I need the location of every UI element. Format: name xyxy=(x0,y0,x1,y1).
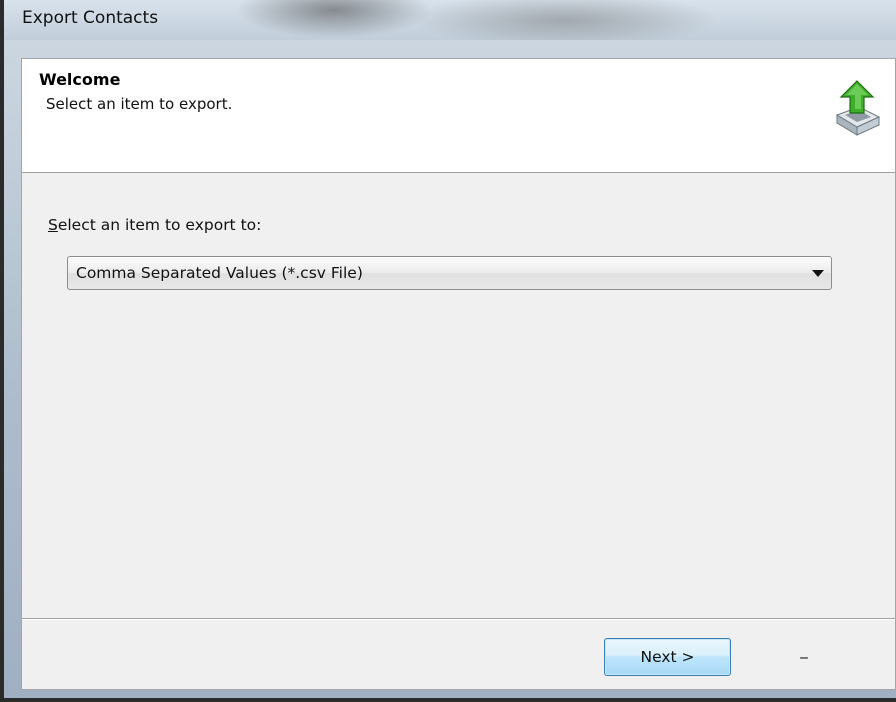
export-arrow-icon xyxy=(835,80,881,136)
hidden-button[interactable]: _ xyxy=(795,641,813,665)
header-subtitle: Select an item to export. xyxy=(46,95,233,113)
export-target-label: Select an item to export to: xyxy=(48,216,261,234)
export-contacts-window: Export Contacts Welcome Select an item t… xyxy=(0,0,896,702)
wizard-header: Welcome Select an item to export. xyxy=(22,59,895,173)
next-button[interactable]: Next > xyxy=(604,638,731,676)
access-key: S xyxy=(48,216,58,234)
export-format-dropdown[interactable]: Comma Separated Values (*.csv File) xyxy=(67,256,832,290)
footer-divider xyxy=(22,618,895,620)
header-title: Welcome xyxy=(39,70,121,89)
window-title: Export Contacts xyxy=(22,8,159,28)
export-target-label-text: elect an item to export to: xyxy=(57,216,262,234)
chevron-down-icon[interactable] xyxy=(812,270,824,277)
wizard-panel: Welcome Select an item to export. Select… xyxy=(21,58,896,690)
title-bar[interactable]: Export Contacts xyxy=(4,0,896,40)
export-format-selected-value: Comma Separated Values (*.csv File) xyxy=(76,264,363,282)
